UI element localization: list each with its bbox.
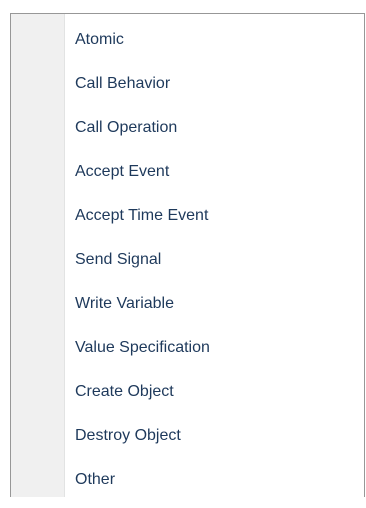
- menu-item-value-specification[interactable]: Value Specification: [11, 332, 364, 376]
- menu-item-destroy-object[interactable]: Destroy Object: [11, 420, 364, 464]
- menu-item-atomic[interactable]: Atomic: [11, 24, 364, 68]
- menu-item-send-signal[interactable]: Send Signal: [11, 244, 364, 288]
- menu-item-list: Atomic Call Behavior Call Operation Acce…: [11, 24, 364, 508]
- menu-item-call-behavior[interactable]: Call Behavior: [11, 68, 364, 112]
- menu-item-other[interactable]: Other: [11, 464, 364, 508]
- context-menu: Atomic Call Behavior Call Operation Acce…: [10, 13, 365, 497]
- menu-item-create-object[interactable]: Create Object: [11, 376, 364, 420]
- menu-item-call-operation[interactable]: Call Operation: [11, 112, 364, 156]
- menu-item-accept-time-event[interactable]: Accept Time Event: [11, 200, 364, 244]
- menu-item-accept-event[interactable]: Accept Event: [11, 156, 364, 200]
- menu-item-write-variable[interactable]: Write Variable: [11, 288, 364, 332]
